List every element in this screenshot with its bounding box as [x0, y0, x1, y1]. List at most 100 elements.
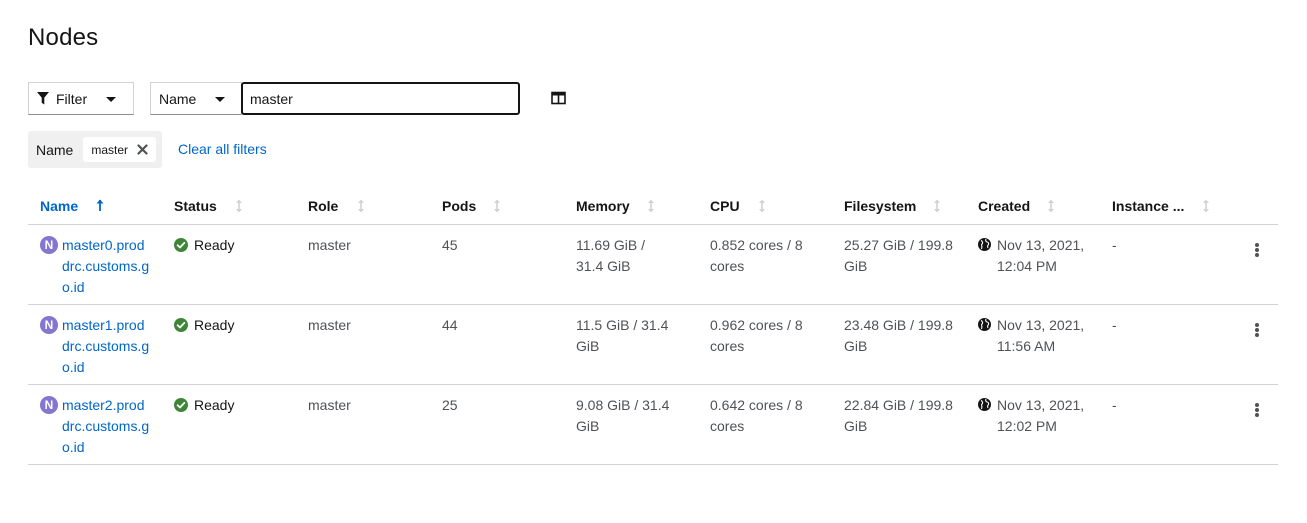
instance-type-cell: -	[1112, 397, 1117, 413]
created-date: Nov 13, 2021,	[997, 397, 1085, 413]
node-name-link[interactable]: master2.proddrc.customs.go.id	[62, 395, 152, 458]
attribute-select[interactable]: Name	[150, 82, 242, 115]
chip-value: master	[91, 142, 129, 157]
created-date: Nov 13, 2021,	[997, 237, 1085, 253]
clear-all-filters-link[interactable]: Clear all filters	[178, 141, 267, 157]
column-header-cpu[interactable]: CPU	[710, 198, 767, 214]
node-name-link[interactable]: master1.proddrc.customs.go.id	[62, 315, 152, 378]
check-circle-icon	[174, 238, 188, 252]
filter-dropdown-button[interactable]: Filter	[28, 82, 134, 115]
caret-down-icon	[106, 97, 116, 102]
caret-down-icon	[215, 97, 225, 102]
globe-icon	[978, 398, 991, 411]
row-actions-kebab-icon[interactable]	[1250, 322, 1264, 338]
role-cell: master	[308, 397, 351, 413]
created-time: 12:04 PM	[997, 258, 1057, 274]
column-header-pods[interactable]: Pods	[442, 198, 502, 214]
table-row: N master1.proddrc.customs.go.id Ready ma…	[28, 305, 1278, 385]
sort-icon	[494, 199, 501, 213]
created-cell: Nov 13, 2021, 11:56 AM	[978, 315, 1084, 357]
column-header-created[interactable]: Created	[978, 198, 1056, 214]
column-header-label: CPU	[710, 198, 740, 214]
node-badge-icon: N	[40, 236, 58, 254]
sort-icon	[758, 199, 765, 213]
node-badge-icon: N	[40, 316, 58, 334]
chip-category-label: Name	[36, 141, 74, 158]
status-cell: Ready	[174, 235, 234, 256]
table-row: N master2.proddrc.customs.go.id Ready ma…	[28, 385, 1278, 465]
column-header-role[interactable]: Role	[308, 198, 366, 214]
row-actions-kebab-icon[interactable]	[1250, 242, 1264, 258]
column-header-label: Status	[174, 198, 217, 214]
name-search-input[interactable]	[241, 82, 520, 115]
status-text: Ready	[194, 237, 235, 253]
memory-cell: 11.5 GiB / 31.4 GiB	[576, 317, 669, 354]
memory-cell: 11.69 GiB / 31.4 GiB	[576, 237, 646, 274]
sort-icon	[1203, 199, 1210, 213]
page-title: Nodes	[28, 24, 99, 51]
column-header-name[interactable]: Name	[40, 198, 105, 214]
pods-cell: 45	[442, 237, 458, 253]
sort-icon	[934, 199, 941, 213]
filesystem-cell: 25.27 GiB / 199.8 GiB	[844, 237, 953, 274]
sort-icon	[647, 199, 654, 213]
row-actions-kebab-icon[interactable]	[1250, 402, 1264, 418]
status-cell: Ready	[174, 395, 234, 416]
column-header-memory[interactable]: Memory	[576, 198, 656, 214]
created-cell: Nov 13, 2021, 12:04 PM	[978, 235, 1084, 277]
cpu-cell: 0.852 cores / 8 cores	[710, 237, 803, 274]
instance-type-cell: -	[1112, 317, 1117, 333]
filter-icon	[37, 92, 49, 105]
instance-type-cell: -	[1112, 237, 1117, 253]
column-header-label: Memory	[576, 198, 630, 214]
sort-icon	[235, 199, 242, 213]
created-cell: Nov 13, 2021, 12:02 PM	[978, 395, 1084, 437]
pods-cell: 44	[442, 317, 458, 333]
sort-ascending-icon	[96, 199, 104, 211]
sort-icon	[1048, 199, 1055, 213]
globe-icon	[978, 318, 991, 331]
column-header-status[interactable]: Status	[174, 198, 244, 214]
created-time: 11:56 AM	[997, 338, 1056, 354]
memory-cell: 9.08 GiB / 31.4 GiB	[576, 397, 670, 434]
node-badge-icon: N	[40, 396, 58, 414]
created-date: Nov 13, 2021,	[997, 317, 1085, 333]
filesystem-cell: 23.48 GiB / 199.8 GiB	[844, 317, 953, 354]
filesystem-cell: 22.84 GiB / 199.8 GiB	[844, 397, 953, 434]
role-cell: master	[308, 317, 351, 333]
cpu-cell: 0.642 cores / 8 cores	[710, 397, 803, 434]
column-header-label: Filesystem	[844, 198, 917, 214]
column-header-filesystem[interactable]: Filesystem	[844, 198, 942, 214]
role-cell: master	[308, 237, 351, 253]
columns-icon[interactable]	[551, 91, 567, 105]
check-circle-icon	[174, 398, 188, 412]
column-header-label: Created	[978, 198, 1031, 214]
globe-icon	[978, 238, 991, 251]
pods-cell: 25	[442, 397, 458, 413]
node-name-cell: N master1.proddrc.customs.go.id	[40, 315, 152, 378]
node-name-cell: N master0.proddrc.customs.go.id	[40, 235, 152, 298]
cpu-cell: 0.962 cores / 8 cores	[710, 317, 803, 354]
status-text: Ready	[194, 317, 235, 333]
table-row: N master0.proddrc.customs.go.id Ready ma…	[28, 225, 1278, 305]
column-header-label: Instance ...	[1112, 198, 1185, 214]
node-name-link[interactable]: master0.proddrc.customs.go.id	[62, 235, 152, 298]
sort-icon	[358, 199, 365, 213]
status-text: Ready	[194, 397, 235, 413]
status-cell: Ready	[174, 315, 234, 336]
column-header-instance[interactable]: Instance ...	[1112, 198, 1211, 214]
nodes-table: Name Status Role Pods Memory CPU Filesys…	[28, 188, 1278, 465]
filter-toolbar: Filter Name	[28, 82, 628, 115]
filter-chip: master	[83, 137, 157, 162]
attribute-select-label: Name	[159, 90, 197, 107]
close-icon[interactable]	[137, 144, 148, 155]
column-header-label: Pods	[442, 198, 477, 214]
filter-chip-group: Name master	[28, 131, 162, 168]
node-name-cell: N master2.proddrc.customs.go.id	[40, 395, 152, 458]
check-circle-icon	[174, 318, 188, 332]
column-header-label: Name	[40, 198, 79, 214]
column-header-label: Role	[308, 198, 339, 214]
table-header: Name Status Role Pods Memory CPU Filesys…	[28, 188, 1278, 225]
filter-dropdown-label: Filter	[56, 90, 88, 107]
created-time: 12:02 PM	[997, 418, 1057, 434]
